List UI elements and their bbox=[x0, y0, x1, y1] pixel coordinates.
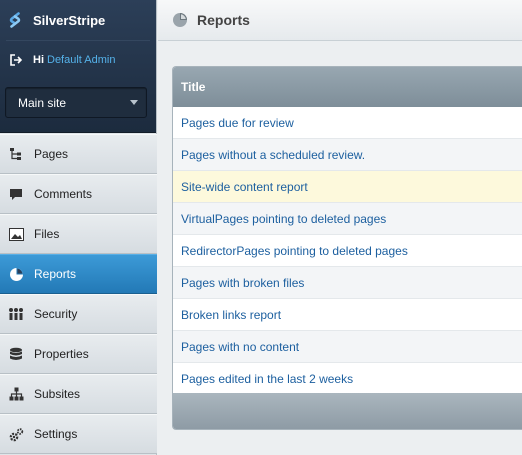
table-row[interactable]: Site-wide content report bbox=[173, 171, 522, 203]
report-link[interactable]: Pages due for review bbox=[181, 116, 294, 130]
logout-icon[interactable] bbox=[9, 53, 23, 67]
main-menu: Pages Comments Files Reports Security Pr… bbox=[0, 134, 157, 454]
report-link[interactable]: Pages with broken files bbox=[181, 276, 304, 290]
sidebar-item-comments[interactable]: Comments bbox=[0, 174, 157, 214]
sidebar-item-label: Comments bbox=[34, 187, 93, 201]
table-row[interactable]: Pages with no content bbox=[173, 331, 522, 363]
silverstripe-logo-icon bbox=[6, 11, 24, 29]
page-header: Reports bbox=[158, 0, 522, 41]
sidebar-item-label: Pages bbox=[34, 147, 69, 161]
sidebar-item-label: Files bbox=[34, 227, 60, 241]
site-selector-dropdown[interactable]: Main site bbox=[5, 87, 147, 118]
sidebar-item-label: Security bbox=[34, 307, 78, 321]
user-profile-link[interactable]: Default Admin bbox=[47, 54, 115, 66]
pie-chart-icon bbox=[8, 266, 24, 282]
hierarchy-icon bbox=[8, 386, 24, 402]
report-link[interactable]: Pages with no content bbox=[181, 340, 299, 354]
brand-name: SilverStripe bbox=[33, 12, 106, 28]
user-bar: Hi Default Admin bbox=[0, 41, 156, 78]
table-row[interactable]: RedirectorPages pointing to deleted page… bbox=[173, 235, 522, 267]
sidebar-item-files[interactable]: Files bbox=[0, 214, 157, 254]
user-greeting: Hi bbox=[33, 53, 44, 66]
table-row[interactable]: Pages due for review bbox=[173, 107, 522, 139]
report-link[interactable]: Pages without a scheduled review. bbox=[181, 148, 365, 162]
image-icon bbox=[8, 226, 24, 242]
reports-table: Title Pages due for review Pages without… bbox=[172, 66, 522, 430]
table-row[interactable]: VirtualPages pointing to deleted pages bbox=[173, 203, 522, 235]
sidebar-item-reports[interactable]: Reports bbox=[0, 254, 157, 294]
report-link[interactable]: Broken links report bbox=[181, 308, 281, 322]
sidebar-item-properties[interactable]: Properties bbox=[0, 334, 157, 374]
comment-icon bbox=[8, 186, 24, 202]
sidebar-item-label: Reports bbox=[34, 267, 77, 281]
main-content: Reports Title Pages due for review Pages… bbox=[158, 0, 522, 455]
table-row[interactable]: Pages edited in the last 2 weeks bbox=[173, 363, 522, 395]
gears-icon bbox=[8, 426, 24, 442]
report-link[interactable]: RedirectorPages pointing to deleted page… bbox=[181, 244, 408, 258]
sidebar-item-label: Subsites bbox=[34, 387, 81, 401]
table-row[interactable]: Pages with broken files bbox=[173, 267, 522, 299]
table-row[interactable]: Pages without a scheduled review. bbox=[173, 139, 522, 171]
cms-sidebar: SilverStripe Hi Default Admin Main site … bbox=[0, 0, 157, 455]
report-link[interactable]: Pages edited in the last 2 weeks bbox=[181, 372, 353, 386]
site-selector-value: Main site bbox=[18, 95, 67, 110]
page-title: Reports bbox=[197, 12, 250, 28]
database-icon bbox=[8, 346, 24, 362]
sidebar-item-subsites[interactable]: Subsites bbox=[0, 374, 157, 414]
table-header: Title bbox=[173, 67, 522, 107]
sidebar-item-security[interactable]: Security bbox=[0, 294, 157, 334]
sidebar-item-label: Properties bbox=[34, 347, 89, 361]
table-footer bbox=[173, 393, 522, 429]
column-header-title[interactable]: Title bbox=[181, 80, 205, 94]
chevron-down-icon bbox=[130, 100, 138, 105]
people-icon bbox=[8, 306, 24, 322]
sidebar-item-pages[interactable]: Pages bbox=[0, 134, 157, 174]
sidebar-item-label: Settings bbox=[34, 427, 78, 441]
report-link[interactable]: VirtualPages pointing to deleted pages bbox=[181, 212, 386, 226]
brand-panel: SilverStripe Hi Default Admin Main site bbox=[0, 0, 156, 133]
sitetree-icon bbox=[8, 146, 24, 162]
brand-logo[interactable]: SilverStripe bbox=[0, 0, 156, 40]
pie-chart-icon bbox=[172, 12, 188, 28]
table-row[interactable]: Broken links report bbox=[173, 299, 522, 331]
report-link[interactable]: Site-wide content report bbox=[181, 180, 308, 194]
sidebar-item-settings[interactable]: Settings bbox=[0, 414, 157, 454]
